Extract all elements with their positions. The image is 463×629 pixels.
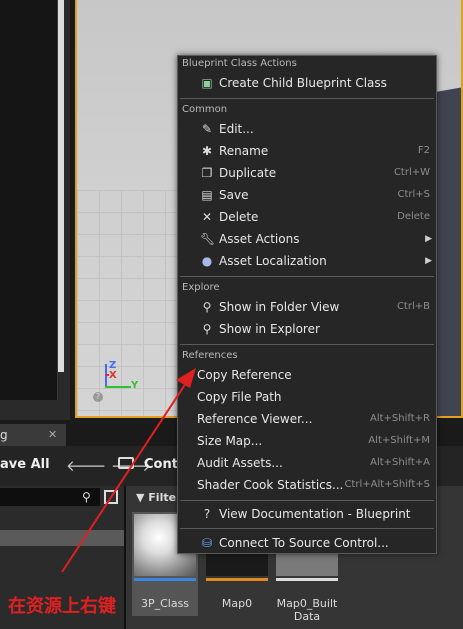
menu-item-label: Copy File Path <box>197 390 282 404</box>
asset-label: Map0 <box>221 597 253 610</box>
x-axis-label: X <box>109 370 117 381</box>
edit-icon: ✎ <box>201 122 213 136</box>
save-all-button[interactable]: ave All <box>0 457 50 472</box>
menu-item-reference-viewer[interactable]: Reference Viewer... Alt+Shift+R <box>178 408 436 430</box>
shortcut-label: Ctrl+B <box>396 301 430 312</box>
section-common: Common <box>182 104 228 115</box>
menu-item-delete[interactable]: ✕ Delete Delete <box>178 206 436 228</box>
menu-item-edit[interactable]: ✎ Edit... <box>178 118 436 140</box>
menu-separator <box>180 344 434 345</box>
menu-item-label: Show in Folder View <box>219 300 340 314</box>
menu-item-label: Duplicate <box>219 166 277 180</box>
menu-item-label: Reference Viewer... <box>197 412 313 426</box>
tab-label: g <box>0 428 8 442</box>
magnifier-icon: ⚲ <box>202 300 212 314</box>
source-control-icon: ⛁ <box>201 536 213 550</box>
menu-separator <box>180 528 434 529</box>
shortcut-label: Alt+Shift+M <box>368 435 430 446</box>
details-panel-body <box>0 0 58 400</box>
search-icon[interactable]: ⚲ <box>82 490 91 504</box>
asset-type-bar <box>206 578 268 581</box>
y-axis-line <box>105 386 131 388</box>
menu-item-show-folder-view[interactable]: ⚲ Show in Folder View Ctrl+B <box>178 296 436 318</box>
section-explore: Explore <box>182 282 220 293</box>
menu-item-label: Delete <box>219 210 259 224</box>
menu-item-size-map[interactable]: Size Map... Alt+Shift+M <box>178 430 436 452</box>
menu-item-audit-assets[interactable]: Audit Assets... Alt+Shift+A <box>178 452 436 474</box>
details-scrollbar[interactable] <box>58 0 64 372</box>
shortcut-label: Ctrl+W <box>393 167 430 178</box>
section-references: References <box>182 350 238 361</box>
close-icon[interactable]: ✕ <box>48 424 57 446</box>
rename-icon: ✱ <box>201 144 213 158</box>
asset-label: 3P_Class <box>140 597 190 610</box>
magnifier-icon: ⚲ <box>202 322 212 336</box>
blueprint-icon: ▣ <box>201 76 213 90</box>
menu-item-shader-cook-statistics[interactable]: Shader Cook Statistics... Ctrl+Alt+Shift… <box>178 474 436 496</box>
asset-label: Map0_Built Data <box>276 597 338 623</box>
menu-item-label: Asset Actions <box>219 232 300 246</box>
shortcut-label: Ctrl+Alt+Shift+S <box>344 479 430 490</box>
menu-item-rename[interactable]: ✱ Rename F2 <box>178 140 436 162</box>
menu-item-asset-actions[interactable]: 🔧︎ Asset Actions ▶ <box>178 228 436 250</box>
menu-item-create-child-blueprint[interactable]: ▣ Create Child Blueprint Class <box>178 72 436 94</box>
menu-separator <box>180 500 434 501</box>
menu-item-copy-file-path[interactable]: Copy File Path <box>178 386 436 408</box>
submenu-arrow-icon: ▶ <box>425 256 432 266</box>
menu-item-label: Asset Localization <box>219 254 327 268</box>
menu-item-label: Copy Reference <box>197 368 292 382</box>
axis-gizmo: Z X Y <box>103 360 143 391</box>
shortcut-label: F2 <box>417 145 430 156</box>
menu-item-label: Shader Cook Statistics... <box>197 478 344 492</box>
menu-item-save[interactable]: ▤ Save Ctrl+S <box>178 184 436 206</box>
shortcut-label: Ctrl+S <box>397 189 430 200</box>
annotation-text: 在资源上右键 <box>8 596 116 617</box>
menu-item-asset-localization[interactable]: ● Asset Localization ▶ <box>178 250 436 272</box>
history-arrows-icon[interactable]: 🡐 🡒 <box>66 456 151 475</box>
menu-item-copy-reference[interactable]: Copy Reference <box>178 364 436 386</box>
wrench-icon: 🔧︎ <box>200 232 216 246</box>
z-axis-line <box>105 364 107 388</box>
section-blueprint-class-actions: Blueprint Class Actions <box>182 58 297 69</box>
content-browser-tab[interactable]: g ✕ <box>0 424 66 446</box>
folder-icon[interactable] <box>118 457 134 469</box>
y-axis-label: Y <box>131 380 139 391</box>
delete-icon: ✕ <box>201 210 213 224</box>
duplicate-icon: ❐ <box>201 166 213 180</box>
asset-context-menu: Blueprint Class Actions ▣ Create Child B… <box>177 55 437 554</box>
help-icon[interactable]: ? <box>93 392 103 402</box>
menu-item-label: View Documentation - Blueprint <box>219 507 411 521</box>
menu-item-label: Show in Explorer <box>219 322 320 336</box>
shortcut-label: Alt+Shift+A <box>370 457 430 468</box>
asset-type-bar <box>134 578 196 581</box>
editor-window: Z X Y ? g ✕ ave All 🡐 🡒 Conte ⚲ ▼ Filter… <box>0 0 463 629</box>
shortcut-label: Delete <box>397 211 430 222</box>
tree-selected-row[interactable] <box>0 530 125 546</box>
help-circle-icon: ? <box>203 507 211 521</box>
save-icon: ▤ <box>201 188 213 202</box>
menu-item-connect-source-control[interactable]: ⛁ Connect To Source Control... <box>178 532 436 554</box>
asset-type-bar <box>276 578 338 581</box>
menu-item-label: Connect To Source Control... <box>219 536 389 550</box>
menu-item-label: Edit... <box>219 122 254 136</box>
menu-separator <box>180 98 434 99</box>
options-icon[interactable] <box>104 490 118 504</box>
menu-item-label: Create Child Blueprint Class <box>219 76 387 90</box>
menu-item-view-documentation[interactable]: ? View Documentation - Blueprint <box>178 503 436 525</box>
submenu-arrow-icon: ▶ <box>425 234 432 244</box>
menu-item-duplicate[interactable]: ❐ Duplicate Ctrl+W <box>178 162 436 184</box>
menu-item-label: Save <box>219 188 249 202</box>
menu-item-show-explorer[interactable]: ⚲ Show in Explorer <box>178 318 436 340</box>
details-panel <box>0 0 70 420</box>
menu-item-label: Audit Assets... <box>197 456 283 470</box>
globe-icon: ● <box>201 254 213 268</box>
shortcut-label: Alt+Shift+R <box>370 413 430 424</box>
menu-item-label: Size Map... <box>197 434 263 448</box>
menu-separator <box>180 276 434 277</box>
menu-item-label: Rename <box>219 144 269 158</box>
